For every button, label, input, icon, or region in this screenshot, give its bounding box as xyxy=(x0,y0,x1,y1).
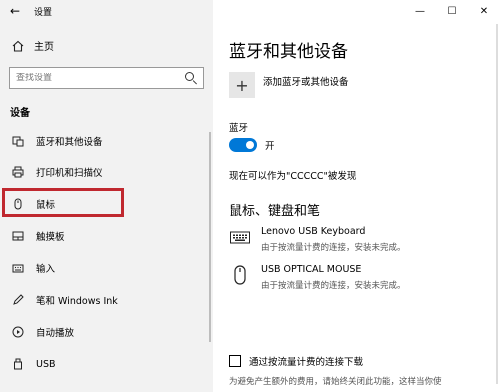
device-name: Lenovo USB Keyboard xyxy=(261,226,366,237)
touchpad-icon xyxy=(12,231,24,241)
device-item[interactable]: Lenovo USB Keyboard 由于按流量计费的连接，安装未完成。 xyxy=(229,226,406,253)
mouse-icon xyxy=(229,264,251,286)
section-title: 鼠标、键盘和笔 xyxy=(229,204,321,219)
metered-checkbox[interactable] xyxy=(229,355,241,367)
printer-icon xyxy=(12,166,24,178)
discoverable-text: 现在可以作为"CCCCC"被发现 xyxy=(229,171,357,182)
back-button[interactable]: ← xyxy=(0,0,30,22)
selection-highlight xyxy=(2,188,124,217)
home-link[interactable]: 主页 xyxy=(12,38,54,53)
device-status: 由于按流量计费的连接，安装未完成。 xyxy=(261,243,406,253)
keyboard-icon xyxy=(12,264,24,273)
sidebar: ← 设置 主页 设备 蓝牙和其他设备 打印机和扫描仪 鼠标 触摸板 输入 笔和 … xyxy=(0,0,213,392)
metered-label: 通过按流量计费的连接下载 xyxy=(249,357,364,368)
keyboard-icon xyxy=(229,226,251,248)
page-title: 蓝牙和其他设备 xyxy=(229,42,348,62)
window-controls: — ☐ ✕ xyxy=(404,0,500,22)
sidebar-item-pen[interactable]: 笔和 Windows Ink xyxy=(0,285,213,315)
add-device-button[interactable]: + 添加蓝牙或其他设备 xyxy=(229,72,349,98)
minimize-button[interactable]: — xyxy=(404,0,436,22)
sidebar-item-label: 笔和 Windows Ink xyxy=(36,296,118,307)
sidebar-item-bluetooth[interactable]: 蓝牙和其他设备 xyxy=(0,126,213,156)
sidebar-item-touchpad[interactable]: 触摸板 xyxy=(0,221,213,251)
pen-icon xyxy=(13,294,24,305)
sidebar-item-typing[interactable]: 输入 xyxy=(0,253,213,283)
close-button[interactable]: ✕ xyxy=(468,0,500,22)
sidebar-item-label: 蓝牙和其他设备 xyxy=(36,137,103,148)
sidebar-item-autoplay[interactable]: 自动播放 xyxy=(0,317,213,347)
device-name: USB OPTICAL MOUSE xyxy=(261,264,362,275)
section-label: 设备 xyxy=(10,108,30,119)
sidebar-item-printers[interactable]: 打印机和扫描仪 xyxy=(0,157,213,187)
bluetooth-label: 蓝牙 xyxy=(229,123,249,134)
main-scrollbar[interactable] xyxy=(496,24,498,384)
toggle-state-label: 开 xyxy=(265,141,275,152)
search-icon[interactable] xyxy=(185,72,197,84)
main-panel: — ☐ ✕ 蓝牙和其他设备 + 添加蓝牙或其他设备 蓝牙 开 现在可以作为"CC… xyxy=(213,0,500,392)
autoplay-icon xyxy=(12,326,24,338)
sidebar-item-label: USB xyxy=(36,358,56,370)
search-input[interactable] xyxy=(16,73,185,83)
home-label: 主页 xyxy=(34,42,54,53)
bluetooth-icon xyxy=(12,136,24,147)
device-status: 由于按流量计费的连接，安装未完成。 xyxy=(261,281,406,291)
bluetooth-toggle-row: 开 xyxy=(229,138,275,152)
metered-download-option[interactable]: 通过按流量计费的连接下载 xyxy=(229,354,363,368)
titlebar: ← 设置 xyxy=(0,0,213,22)
footnote-text: 为避免产生额外的费用，请始终关闭此功能，这样当你使 xyxy=(229,377,442,387)
plus-icon: + xyxy=(229,72,255,98)
sidebar-item-label: 打印机和扫描仪 xyxy=(36,168,103,179)
sidebar-item-label: 触摸板 xyxy=(36,232,65,243)
usb-icon xyxy=(14,358,22,370)
home-icon xyxy=(12,40,24,52)
add-device-label: 添加蓝牙或其他设备 xyxy=(263,77,349,88)
bluetooth-toggle[interactable] xyxy=(229,138,257,152)
device-item[interactable]: USB OPTICAL MOUSE 由于按流量计费的连接，安装未完成。 xyxy=(229,264,406,291)
search-box[interactable] xyxy=(9,67,204,89)
sidebar-scrollbar[interactable] xyxy=(209,132,211,342)
sidebar-item-label: 输入 xyxy=(36,264,56,275)
sidebar-item-usb[interactable]: USB xyxy=(0,349,213,379)
app-title: 设置 xyxy=(34,7,53,18)
sidebar-item-label: 自动播放 xyxy=(36,328,75,339)
maximize-button[interactable]: ☐ xyxy=(436,0,468,22)
